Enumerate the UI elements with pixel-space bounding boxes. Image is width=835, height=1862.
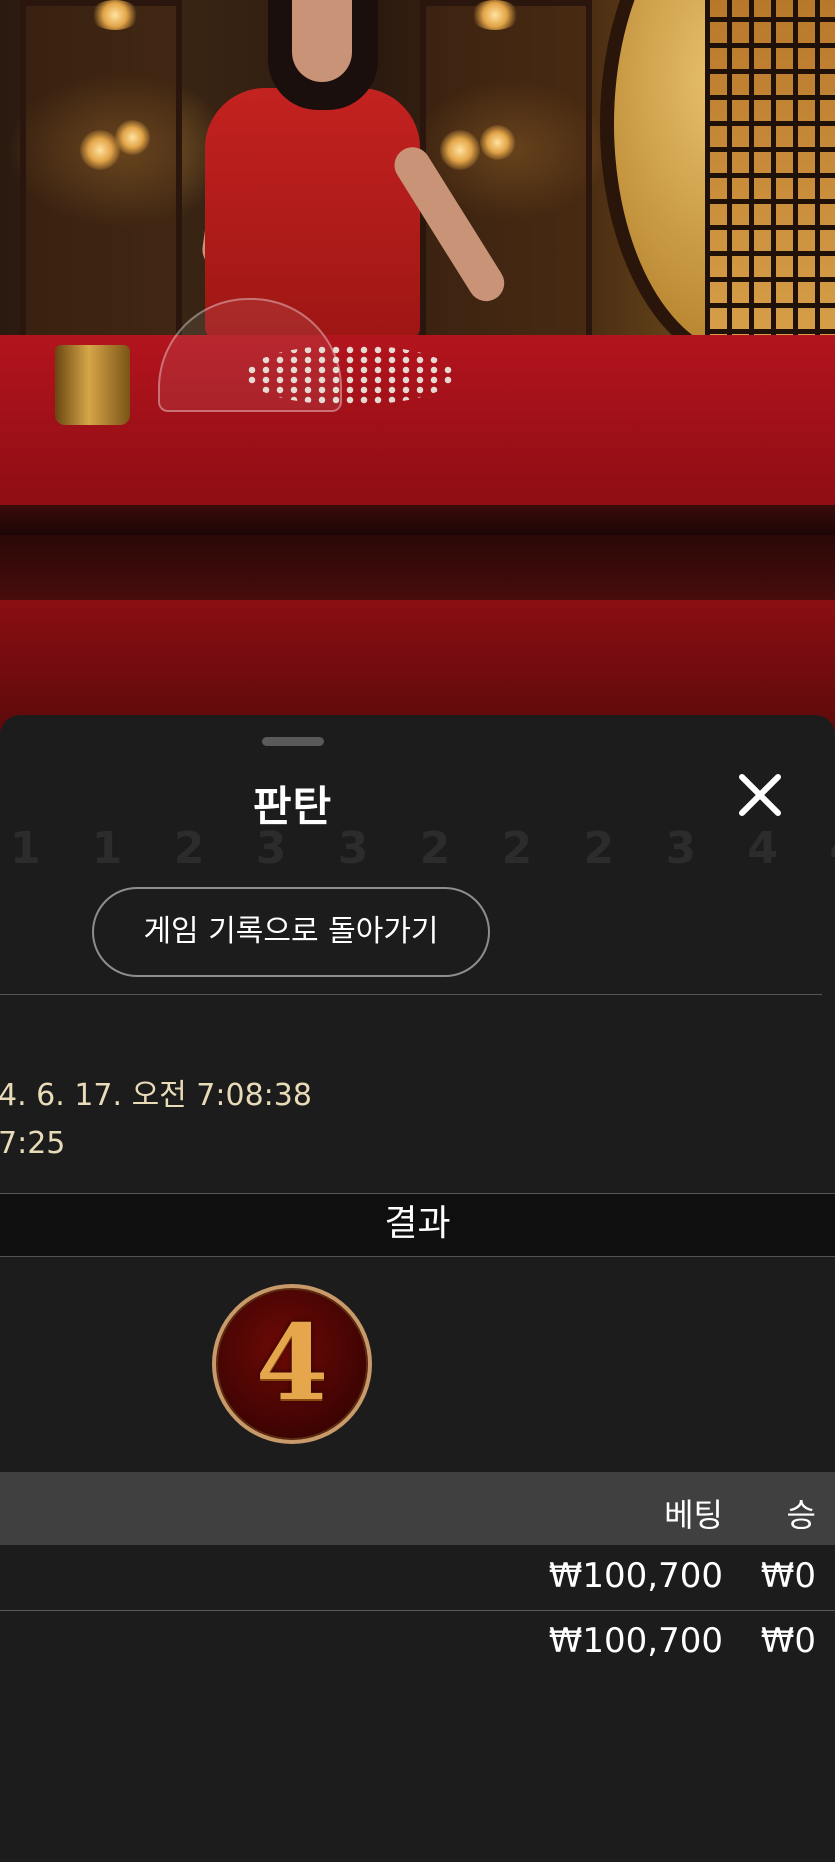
sheet-title: 판탄 [252,782,333,831]
win-amount: ₩0 [760,1556,816,1596]
drag-handle[interactable] [262,737,324,746]
dealer-face [292,0,352,82]
bets-table-header: 베팅 승 [0,1472,835,1545]
round-date-time: 4. 6. 17. 오전 7:08:38 [0,1078,312,1113]
table-row: ₩100,700 ₩0 [0,1611,835,1675]
result-header: 결과 [0,1193,835,1257]
backdrop-panel [20,0,182,342]
ceiling-light [90,0,140,30]
ceiling-light [470,0,520,30]
round-time-fragment: 7:25 [0,1126,66,1161]
bet-amount: ₩100,700 [548,1621,723,1661]
divider [0,994,822,995]
candle-light [440,130,480,170]
table-row: ₩100,700 ₩0 [0,1546,835,1611]
close-icon [739,774,781,816]
close-button[interactable] [732,767,788,823]
table-rim [0,505,835,535]
live-video-feed [0,0,835,735]
result-label: 결과 [384,1203,451,1244]
win-amount: ₩0 [760,1621,816,1661]
lattice-screen [705,0,835,360]
round-details-sheet: 1 1 2 3 3 2 2 2 3 4 4 1 1 1 2 3 판탄 게임 기록… [0,715,835,1862]
result-ball: 4 [212,1284,372,1444]
candle-light [480,125,515,160]
backdrop-panel [420,0,592,342]
result-number: 4 [255,1301,329,1424]
table-front [0,535,835,605]
candle-light [80,130,120,170]
brass-cup [55,345,130,425]
column-header-win: 승 [786,1496,816,1534]
bet-amount: ₩100,700 [548,1556,723,1596]
beads-pile [245,345,455,405]
candle-light [115,120,150,155]
column-header-bet: 베팅 [664,1496,723,1534]
back-to-history-button[interactable]: 게임 기록으로 돌아가기 [92,887,490,977]
